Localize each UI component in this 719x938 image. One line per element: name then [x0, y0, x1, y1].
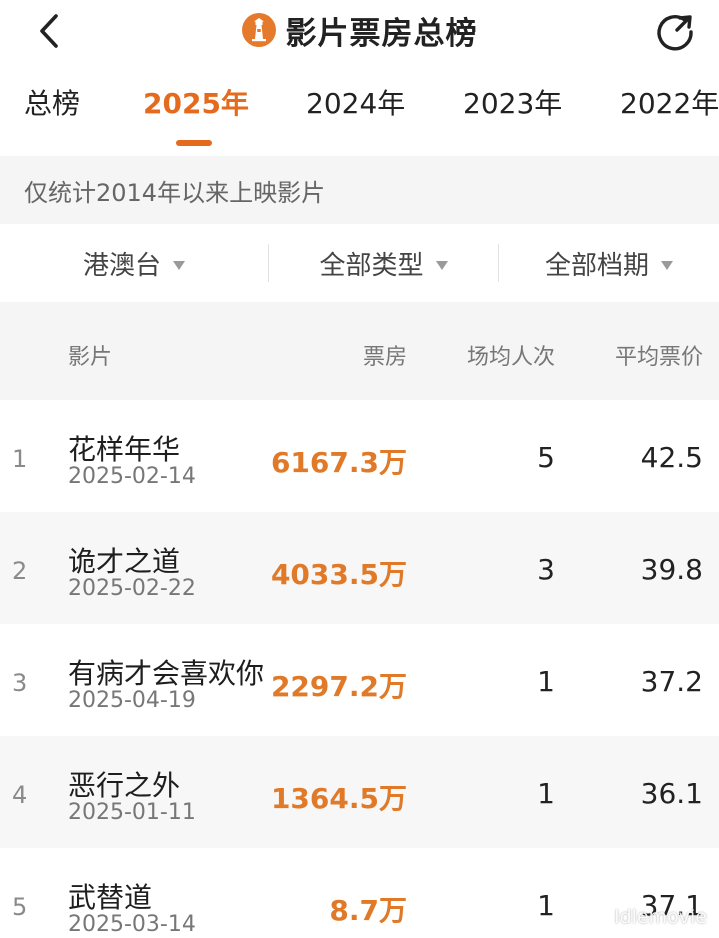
tab-2024[interactable]: 2024年 — [306, 82, 405, 122]
release-date: 2025-02-14 — [68, 464, 196, 489]
tab-2023[interactable]: 2023年 — [463, 82, 562, 122]
table-row[interactable]: 5 武替道 2025-03-14 8.7万 1 37.1 — [0, 848, 719, 938]
column-film: 影片 — [68, 345, 113, 370]
share-icon[interactable] — [653, 10, 697, 54]
watermark: Idlemovie — [614, 906, 707, 928]
film-name: 有病才会喜欢你 — [68, 657, 265, 690]
tab-2025[interactable]: 2025年 — [143, 82, 249, 122]
filter-season[interactable]: 全部档期 — [499, 224, 719, 302]
title-group: 影片票房总榜 — [0, 8, 719, 52]
table-header: 影片 票房 场均人次 平均票价 — [0, 302, 719, 400]
table-row[interactable]: 3 有病才会喜欢你 2025-04-19 2297.2万 1 37.2 — [0, 624, 719, 736]
release-date: 2025-03-14 — [68, 912, 196, 937]
filter-genre-label: 全部类型 — [319, 250, 424, 281]
film-name: 诡才之道 — [68, 545, 181, 578]
avg-price-value: 37.2 — [640, 665, 703, 698]
column-avg-price[interactable]: 平均票价 — [615, 339, 703, 371]
box-office-value: 4033.5万 — [270, 558, 407, 591]
rank-number: 2 — [12, 557, 28, 585]
dropdown-triangle-icon — [173, 260, 185, 270]
rank-number: 5 — [12, 893, 28, 921]
table-row[interactable]: 2 诡才之道 2025-02-22 4033.5万 3 39.8 — [0, 512, 719, 624]
page-title: 影片票房总榜 — [285, 15, 478, 52]
release-date: 2025-02-22 — [68, 576, 196, 601]
dropdown-triangle-icon — [661, 260, 673, 270]
year-tabs: 总榜 2025年 2024年 2023年 2022年 — [0, 70, 719, 154]
release-date: 2025-04-19 — [68, 688, 196, 713]
tab-total[interactable]: 总榜 — [24, 82, 80, 122]
filter-region-label: 港澳台 — [82, 250, 161, 281]
rank-number: 1 — [12, 445, 28, 473]
release-date: 2025-01-11 — [68, 800, 196, 825]
avg-price-value: 36.1 — [640, 777, 703, 810]
box-office-value: 2297.2万 — [270, 670, 407, 703]
lighthouse-logo-icon — [241, 13, 276, 47]
filter-bar: 港澳台 全部类型 全部档期 — [0, 224, 719, 302]
rank-number: 3 — [12, 669, 28, 697]
avg-people-value: 1 — [537, 777, 555, 810]
box-office-value: 8.7万 — [329, 894, 407, 927]
avg-people-value: 1 — [537, 889, 555, 922]
avg-price-value: 42.5 — [640, 441, 703, 474]
active-tab-indicator — [176, 140, 212, 146]
avg-people-value: 1 — [537, 665, 555, 698]
avg-price-value: 39.8 — [640, 553, 703, 586]
filter-season-label: 全部档期 — [544, 250, 649, 281]
avg-people-value: 5 — [537, 441, 555, 474]
film-name: 恶行之外 — [68, 769, 181, 802]
film-name: 武替道 — [68, 881, 153, 914]
filter-genre[interactable]: 全部类型 — [269, 224, 498, 302]
film-name: 花样年华 — [68, 433, 181, 466]
notice-banner: 仅统计2014年以来上映影片 — [0, 156, 719, 224]
box-office-value: 1364.5万 — [270, 782, 407, 815]
column-box-office[interactable]: 票房 — [363, 339, 407, 371]
avg-people-value: 3 — [537, 553, 555, 586]
table-row[interactable]: 4 恶行之外 2025-01-11 1364.5万 1 36.1 — [0, 736, 719, 848]
table-row[interactable]: 1 花样年华 2025-02-14 6167.3万 5 42.5 — [0, 400, 719, 512]
rank-number: 4 — [12, 781, 28, 809]
tab-2022[interactable]: 2022年 — [620, 82, 719, 122]
column-avg-people[interactable]: 场均人次 — [467, 339, 555, 371]
dropdown-triangle-icon — [435, 260, 448, 270]
header: 影片票房总榜 — [0, 0, 719, 62]
filter-region[interactable]: 港澳台 — [0, 224, 268, 302]
box-office-value: 6167.3万 — [270, 446, 407, 479]
